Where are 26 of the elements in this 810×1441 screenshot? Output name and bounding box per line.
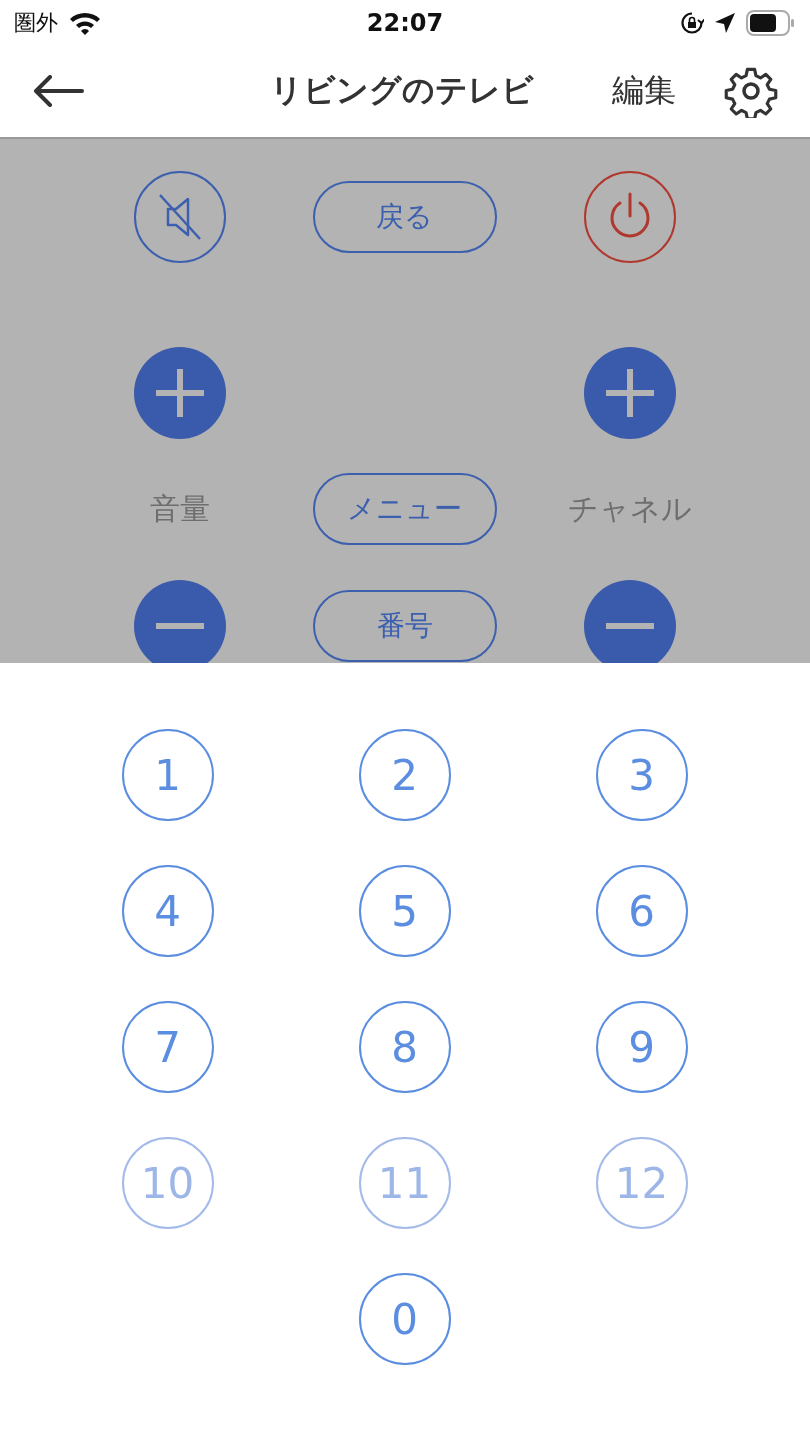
number-key[interactable]: 5 bbox=[358, 865, 451, 957]
number-key[interactable]: 2 bbox=[358, 729, 451, 821]
screen-title: リビングのテレビ bbox=[270, 70, 534, 111]
back-button[interactable]: 戻る bbox=[312, 181, 497, 253]
number-key[interactable]: 4 bbox=[121, 865, 214, 957]
number-key[interactable]: 6 bbox=[595, 865, 688, 957]
edit-button[interactable]: 編集 bbox=[612, 69, 676, 113]
menu-button[interactable]: メニュー bbox=[312, 473, 497, 545]
back-arrow-icon bbox=[32, 75, 84, 107]
mute-button[interactable] bbox=[133, 171, 226, 263]
battery-icon bbox=[746, 9, 796, 36]
rotation-lock-icon bbox=[680, 10, 704, 35]
number-key[interactable]: 7 bbox=[121, 1001, 214, 1093]
location-arrow-icon bbox=[714, 11, 736, 34]
back-button[interactable] bbox=[32, 75, 84, 107]
number-key[interactable]: 8 bbox=[358, 1001, 451, 1093]
volume-label: 音量 bbox=[149, 489, 210, 528]
channel-label: チャネル bbox=[567, 489, 692, 528]
carrier-label: 圏外 bbox=[14, 8, 58, 37]
number-key[interactable]: 9 bbox=[595, 1001, 688, 1093]
number-key[interactable]: 0 bbox=[358, 1273, 451, 1365]
number-key[interactable]: 1 bbox=[121, 729, 214, 821]
number-button[interactable]: 番号 bbox=[312, 590, 497, 662]
clock-time: 22:07 bbox=[366, 8, 444, 37]
number-key[interactable]: 3 bbox=[595, 729, 688, 821]
power-button[interactable] bbox=[583, 171, 676, 263]
